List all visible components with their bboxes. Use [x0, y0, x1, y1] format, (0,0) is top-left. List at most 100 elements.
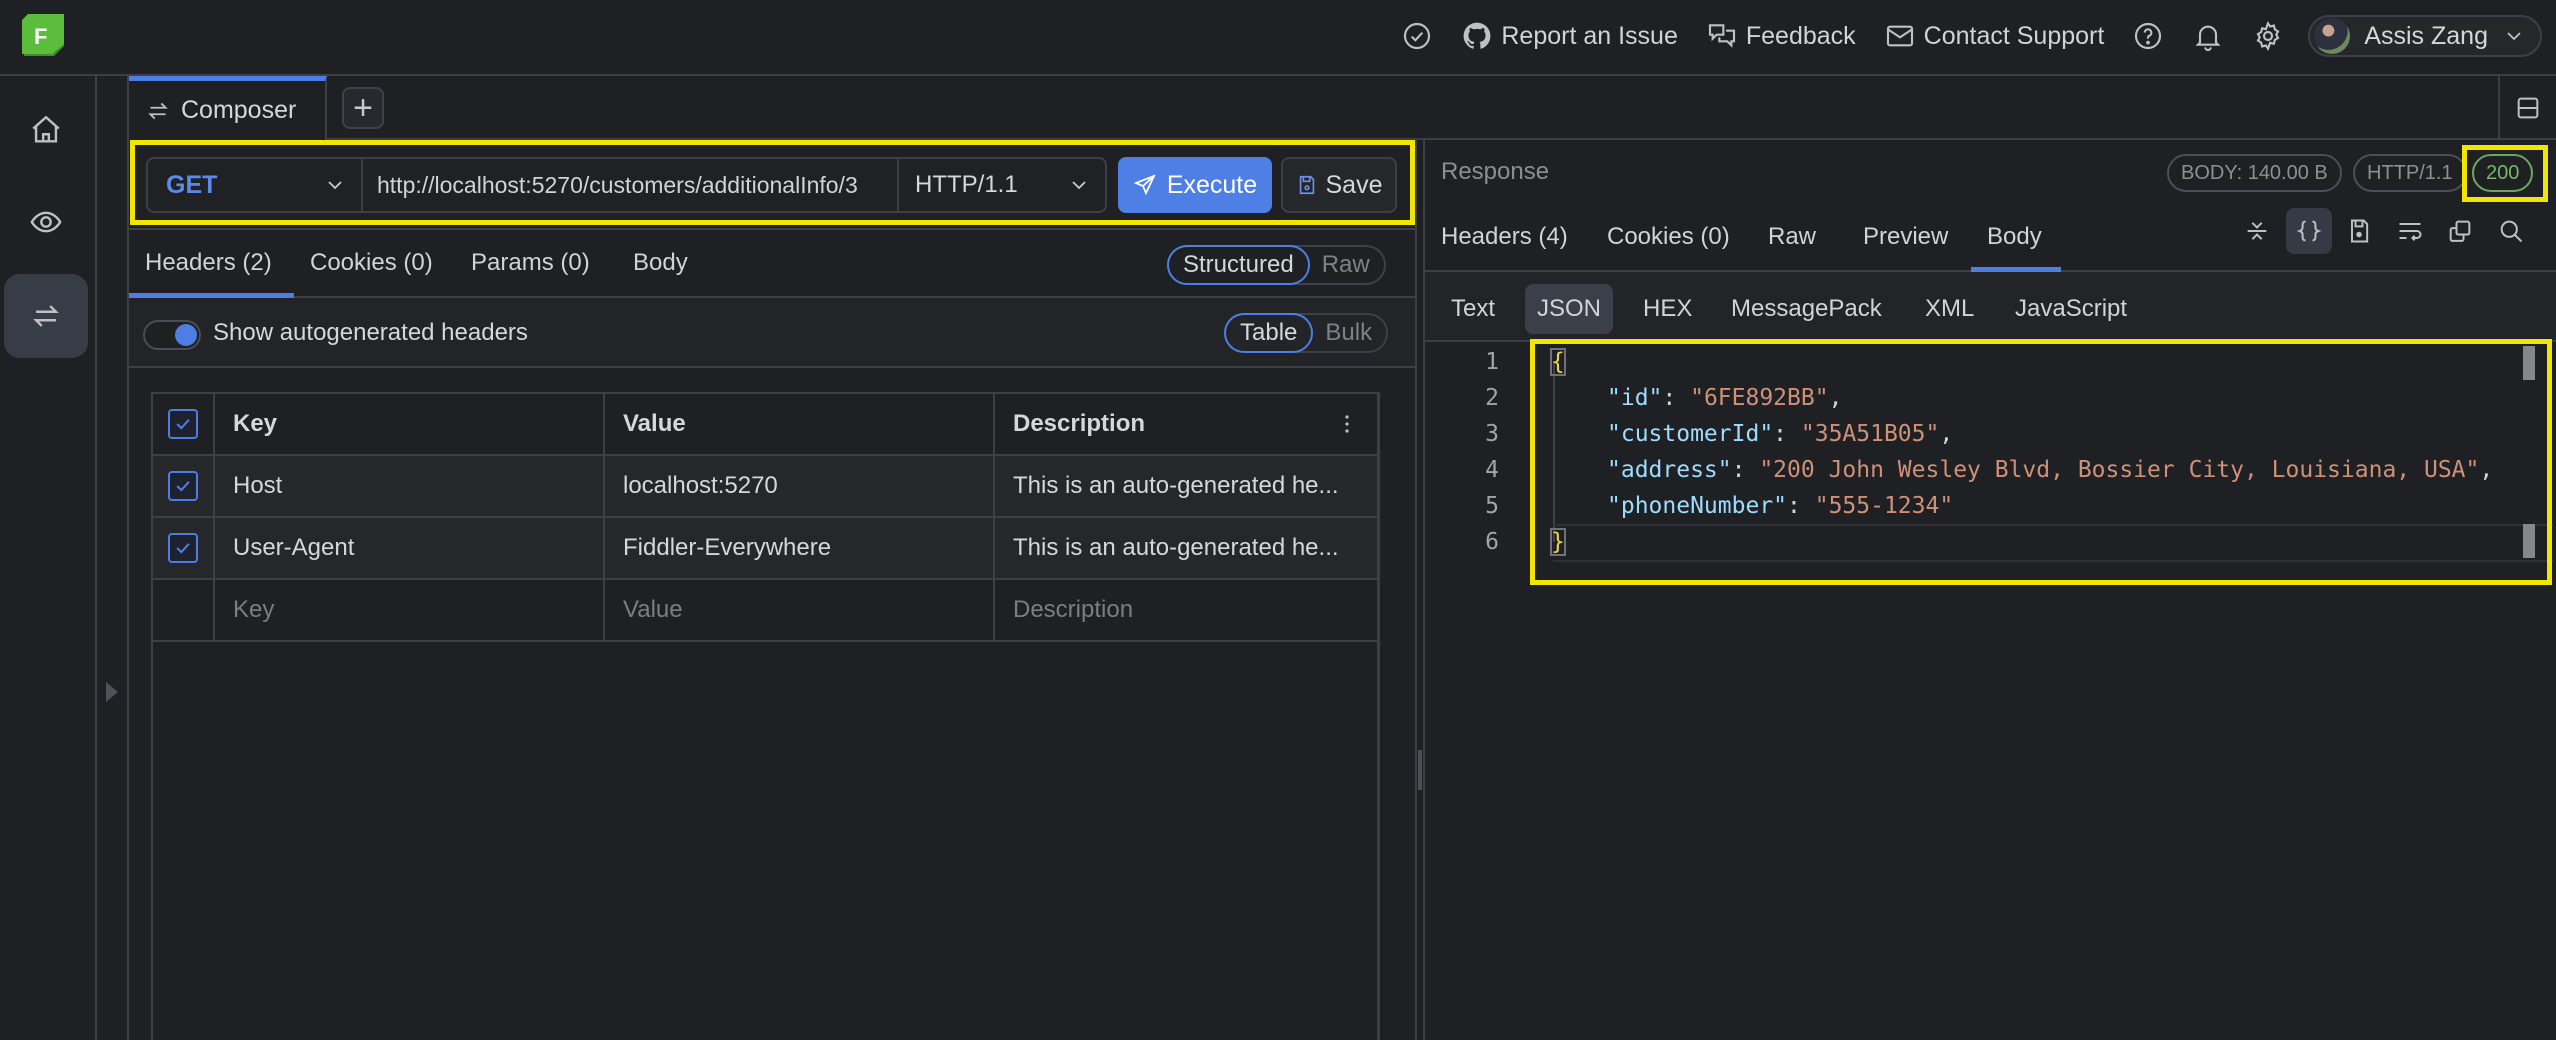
notifications-button[interactable] [2178, 14, 2238, 58]
search-icon [2500, 220, 2523, 243]
eye-icon [30, 211, 62, 233]
json-value: "555-1234" [1814, 493, 1954, 519]
code-line: 1 { [1425, 344, 2556, 380]
sidebar-item-composer[interactable] [4, 274, 88, 358]
arrows-exchange-icon [148, 102, 168, 119]
save-icon [2351, 219, 2369, 243]
format-messagepack[interactable]: MessagePack [1719, 284, 1894, 334]
autogenerated-headers-toggle[interactable] [143, 320, 201, 350]
home-icon [32, 115, 60, 143]
header-value-cell[interactable]: Fiddler-Everywhere [605, 518, 995, 578]
collapse-button[interactable] [2234, 208, 2280, 254]
copy-button[interactable] [2437, 208, 2483, 254]
header-description-cell[interactable]: This is an auto-generated he... [995, 518, 1377, 578]
status-check-button[interactable] [1387, 14, 1447, 58]
tab-params[interactable]: Params (0) [455, 230, 606, 296]
splitter-grip[interactable] [1418, 750, 1422, 790]
format-json[interactable]: JSON [1525, 284, 1614, 334]
user-name: Assis Zang [2364, 21, 2488, 50]
layout-toggle-button[interactable] [2498, 76, 2556, 140]
feedback-button[interactable]: Feedback [1692, 14, 1870, 58]
tab-composer[interactable]: Composer [129, 76, 327, 140]
http-version-select[interactable]: HTTP/1.1 [899, 159, 1105, 211]
request-url-group: GET http://localhost:5270/customers/addi… [146, 157, 1107, 213]
response-tabs: Headers (4) Cookies (0) Raw Preview Body [1425, 204, 2556, 272]
format-xml[interactable]: XML [1913, 284, 1986, 334]
tab-response-body[interactable]: Body [1971, 204, 2061, 272]
json-value: "6FE892BB" [1690, 385, 1829, 411]
tab-response-cookies[interactable]: Cookies (0) [1591, 204, 1746, 270]
json-key: "id" [1607, 385, 1663, 411]
row-checkbox[interactable] [168, 533, 198, 563]
report-issue-button[interactable]: Report an Issue [1447, 14, 1692, 58]
new-header-row: Key Value Description [153, 580, 1377, 642]
user-menu[interactable]: Assis Zang [2308, 15, 2542, 57]
body-size-badge: BODY: 140.00 B [2167, 154, 2342, 192]
json-comma: , [1828, 385, 1843, 411]
copy-icon [2449, 220, 2471, 242]
chevron-down-icon [2507, 32, 2521, 41]
tab-body[interactable]: Body [617, 230, 704, 296]
svg-text:F: F [34, 24, 47, 49]
tab-cookies[interactable]: Cookies (0) [294, 230, 449, 296]
feedback-label: Feedback [1745, 21, 1856, 50]
code-line: 6 } [1425, 524, 2556, 560]
check-icon [176, 543, 190, 554]
sidebar-item-live-traffic[interactable] [4, 180, 88, 264]
avatar [2314, 18, 2351, 54]
search-button[interactable] [2488, 208, 2534, 254]
line-number: 6 [1485, 529, 1499, 555]
more-vertical-icon[interactable] [1335, 412, 1359, 436]
settings-button[interactable] [2238, 14, 2298, 58]
select-all-checkbox[interactable] [168, 409, 198, 439]
format-button[interactable] [2286, 208, 2332, 254]
format-hex[interactable]: HEX [1631, 284, 1704, 334]
json-value: "200 John Wesley Blvd, Bossier City, Lou… [1759, 457, 2480, 483]
panel-splitter[interactable] [1415, 140, 1425, 1040]
new-description-input[interactable]: Description [995, 580, 1377, 640]
view-raw-option[interactable]: Raw [1308, 247, 1384, 283]
editor-scrollbar-thumb[interactable] [2523, 346, 2535, 380]
request-tabs: Headers (2) Cookies (0) Params (0) Body … [129, 230, 1415, 298]
expand-panel-icon[interactable] [106, 682, 118, 702]
mail-icon [1886, 25, 1913, 47]
response-body-editor[interactable]: 1 { 2 "id": "6FE892BB", 3 "customerId": … [1425, 342, 2556, 1040]
split-layout-icon [2517, 97, 2539, 119]
code-line: 4 "address": "200 John Wesley Blvd, Boss… [1425, 452, 2556, 488]
json-close-brace: } [1550, 528, 1566, 556]
tab-response-preview[interactable]: Preview [1847, 204, 1964, 270]
method-select[interactable]: GET [148, 159, 363, 211]
tab-response-raw[interactable]: Raw [1752, 204, 1832, 270]
save-button[interactable]: Save [1281, 157, 1397, 213]
line-number: 2 [1485, 385, 1499, 411]
bulk-option[interactable]: Bulk [1311, 315, 1386, 351]
tab-response-headers[interactable]: Headers (4) [1425, 204, 1584, 270]
sidebar-item-home[interactable] [4, 88, 88, 172]
send-icon [1133, 174, 1156, 196]
tab-label: Composer [181, 96, 297, 124]
table-option[interactable]: Table [1224, 313, 1314, 353]
contact-support-button[interactable]: Contact Support [1870, 14, 2119, 58]
tab-headers[interactable]: Headers (2) [129, 230, 294, 298]
header-value-cell[interactable]: localhost:5270 [605, 456, 995, 516]
help-button[interactable] [2118, 14, 2178, 58]
word-wrap-button[interactable] [2387, 208, 2433, 254]
save-icon [1299, 175, 1314, 195]
execute-button[interactable]: Execute [1118, 157, 1272, 213]
url-input[interactable]: http://localhost:5270/customers/addition… [363, 159, 899, 211]
github-icon [1463, 22, 1491, 49]
method-value: GET [166, 170, 218, 199]
header-key-cell[interactable]: User-Agent [215, 518, 605, 578]
new-value-input[interactable]: Value [605, 580, 995, 640]
view-structured-option[interactable]: Structured [1167, 245, 1310, 285]
header-description-cell[interactable]: This is an auto-generated he... [995, 456, 1377, 516]
check-circle-icon [1404, 22, 1431, 50]
new-key-input[interactable]: Key [215, 580, 605, 640]
format-javascript[interactable]: JavaScript [2003, 284, 2139, 334]
header-key-cell[interactable]: Host [215, 456, 605, 516]
format-text[interactable]: Text [1439, 284, 1507, 334]
save-response-button[interactable] [2336, 208, 2382, 254]
add-tab-button[interactable]: + [342, 87, 384, 129]
row-checkbox[interactable] [168, 471, 198, 501]
table-row: User-Agent Fiddler-Everywhere This is an… [153, 518, 1377, 580]
